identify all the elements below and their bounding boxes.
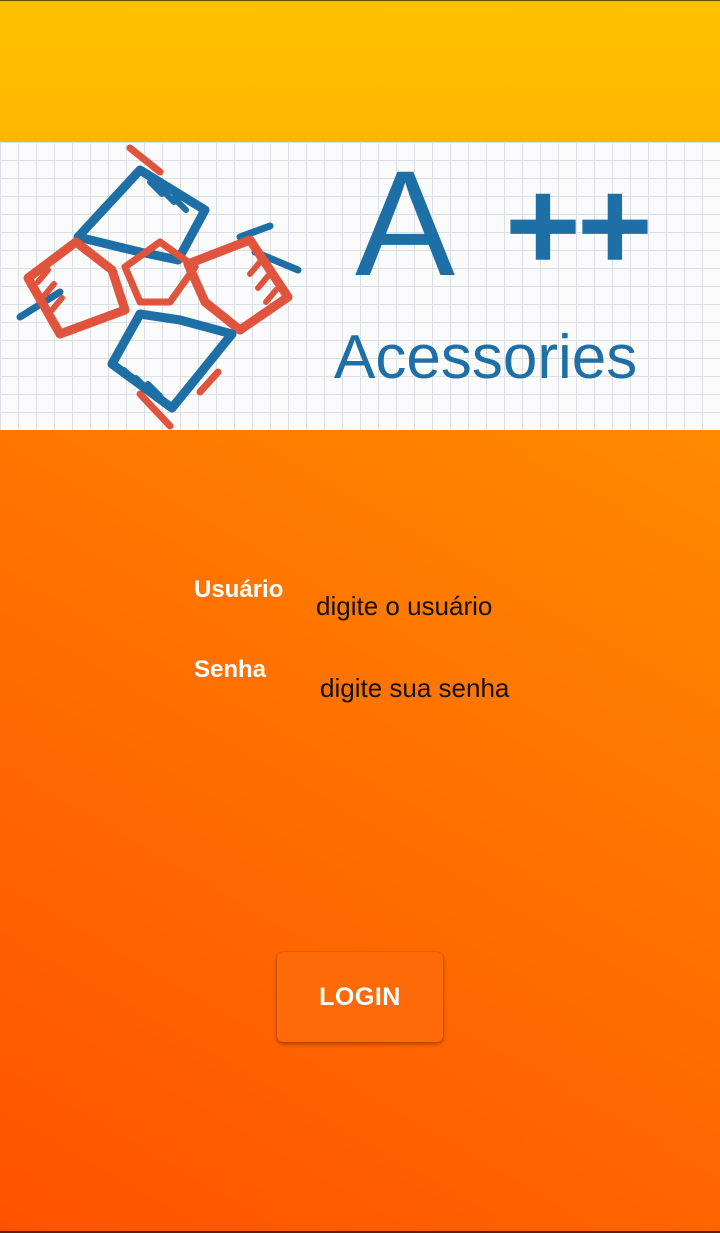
login-screen: A ++ Acessories Usuário Senha LOGIN xyxy=(0,0,720,1233)
brand-title-a: A xyxy=(355,142,456,307)
four-hands-teamwork-icon xyxy=(16,144,302,430)
brand-banner: A ++ Acessories xyxy=(0,142,720,430)
username-label: Usuário xyxy=(194,576,284,603)
brand-title-plus: ++ xyxy=(505,152,653,298)
brand-title: A ++ xyxy=(355,148,715,298)
password-input[interactable] xyxy=(320,672,650,704)
username-input[interactable] xyxy=(316,590,646,622)
top-app-bar xyxy=(0,0,720,142)
brand-subtitle: Acessories xyxy=(334,323,638,392)
password-label: Senha xyxy=(194,656,267,683)
login-button[interactable]: LOGIN xyxy=(277,952,443,1042)
